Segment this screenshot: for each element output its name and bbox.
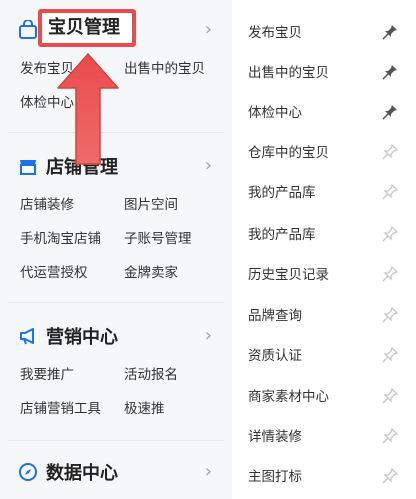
- section-divider: [8, 302, 224, 303]
- nav-link-store-marketing-tools[interactable]: 店铺营销工具: [20, 400, 101, 418]
- pin-icon[interactable]: [382, 427, 399, 444]
- nav-link-event-signup[interactable]: 活动报名: [124, 366, 178, 384]
- shopping-bag-icon: [18, 19, 38, 40]
- submenu-item-label: 我的产品库: [248, 185, 316, 201]
- submenu-item-label: 商家素材中心: [248, 389, 329, 405]
- submenu-item[interactable]: 发布宝贝: [248, 22, 408, 44]
- submenu-item[interactable]: 仓库中的宝贝: [248, 142, 408, 164]
- pin-icon[interactable]: [382, 183, 399, 200]
- nav-link-gold-seller[interactable]: 金牌卖家: [124, 264, 178, 282]
- section-title-shuju[interactable]: 数据中心: [18, 458, 118, 486]
- nav-link-store-decoration[interactable]: 店铺装修: [20, 196, 74, 214]
- pin-icon[interactable]: [382, 265, 399, 282]
- submenu-item-label: 我的产品库: [248, 227, 316, 243]
- pin-icon[interactable]: [382, 306, 399, 323]
- submenu-item-label: 详情装修: [248, 429, 302, 445]
- store-icon: [18, 156, 38, 176]
- nav-link-mobile-store[interactable]: 手机淘宝店铺: [20, 230, 101, 248]
- submenu-item[interactable]: 我的产品库: [248, 224, 408, 246]
- chevron-right-icon[interactable]: ›: [205, 322, 212, 350]
- nav-link-items-on-sale[interactable]: 出售中的宝贝: [124, 60, 205, 78]
- pin-icon[interactable]: [382, 467, 399, 484]
- submenu-item[interactable]: 商家素材中心: [248, 386, 408, 408]
- submenu-item-label: 仓库中的宝贝: [248, 145, 329, 161]
- pin-icon[interactable]: [382, 143, 399, 160]
- pin-icon[interactable]: [382, 104, 398, 120]
- up-arrow-annotation: [57, 53, 119, 165]
- pin-icon[interactable]: [382, 64, 398, 80]
- nav-link-express-promote[interactable]: 极速推: [124, 400, 165, 418]
- pin-icon[interactable]: [382, 387, 399, 404]
- megaphone-icon: [18, 326, 38, 346]
- submenu-item[interactable]: 详情装修: [248, 426, 408, 448]
- submenu-item[interactable]: 我的产品库: [248, 182, 408, 204]
- section-label: 数据中心: [46, 463, 118, 484]
- chevron-right-icon[interactable]: ›: [205, 152, 212, 180]
- submenu-item[interactable]: 资质认证: [248, 345, 408, 367]
- submenu-item-label: 历史宝贝记录: [248, 267, 329, 283]
- submenu-item-label: 发布宝贝: [248, 25, 302, 41]
- submenu-item-label: 品牌查询: [248, 308, 302, 324]
- section-label: 营销中心: [46, 327, 118, 348]
- submenu-item[interactable]: 历史宝贝记录: [248, 264, 408, 286]
- compass-icon: [18, 462, 38, 482]
- chevron-right-icon[interactable]: ›: [205, 458, 212, 486]
- section-title-yingxiao[interactable]: 营销中心: [18, 322, 118, 350]
- pin-icon[interactable]: [382, 24, 398, 40]
- submenu-item[interactable]: 出售中的宝贝: [248, 62, 408, 84]
- nav-link-agency-authorization[interactable]: 代运营授权: [20, 264, 88, 282]
- submenu-item-label: 主图打标: [248, 469, 302, 485]
- nav-link-image-space[interactable]: 图片空间: [124, 196, 178, 214]
- section-divider: [8, 440, 224, 441]
- pin-icon[interactable]: [382, 225, 399, 242]
- nav-link-sub-accounts[interactable]: 子账号管理: [124, 230, 192, 248]
- submenu-item[interactable]: 主图打标: [248, 466, 408, 488]
- submenu-item[interactable]: 体检中心: [248, 102, 408, 124]
- submenu-item-label: 体检中心: [248, 105, 302, 121]
- submenu-item-label: 资质认证: [248, 348, 302, 364]
- pin-icon[interactable]: [382, 346, 399, 363]
- highlighted-section-title: 宝贝管理: [48, 17, 120, 38]
- submenu-item[interactable]: 品牌查询: [248, 305, 408, 327]
- chevron-right-icon[interactable]: ›: [205, 16, 212, 44]
- submenu-item-label: 出售中的宝贝: [248, 65, 329, 81]
- nav-link-promote[interactable]: 我要推广: [20, 366, 74, 384]
